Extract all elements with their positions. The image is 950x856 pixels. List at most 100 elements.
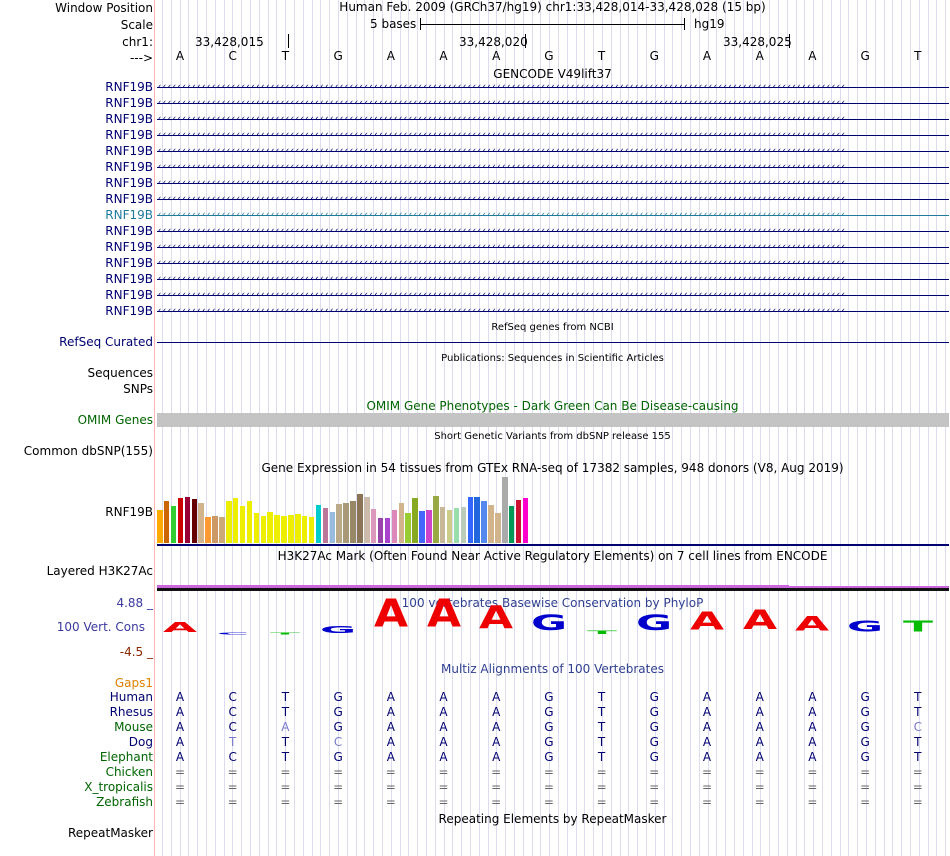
gtex-tissue-bar[interactable] <box>253 513 260 543</box>
gtex-tissue-bar[interactable] <box>226 501 232 543</box>
gtex-tissue-bar[interactable] <box>343 503 349 543</box>
gtex-tissue-bar[interactable] <box>295 514 301 543</box>
alignment-base: A <box>808 720 817 734</box>
gtex-tissue-bar[interactable] <box>274 515 280 543</box>
genome-browser-image[interactable]: Window Position Scale chr1: ---> Human F… <box>0 0 950 856</box>
gtex-tissue-bar[interactable] <box>219 517 225 543</box>
alignment-base: = <box>333 765 344 779</box>
gtex-tissue-bar[interactable] <box>357 494 363 543</box>
refseq-track-label[interactable]: RefSeq Curated <box>59 335 153 349</box>
gtex-expression-bars[interactable] <box>157 476 537 543</box>
gtex-tissue-bar[interactable] <box>515 500 522 543</box>
gtex-tissue-bar[interactable] <box>364 497 370 543</box>
conservation-track-label[interactable]: 100 Vert. Cons <box>57 620 145 634</box>
species-label[interactable]: Dog <box>129 735 153 749</box>
gencode-transcript-label[interactable]: RNF19B <box>105 240 153 254</box>
alignment-base: G <box>544 720 554 734</box>
gtex-tissue-bar[interactable] <box>350 501 356 543</box>
repeatmasker-track-label[interactable]: RepeatMasker <box>68 826 153 840</box>
gtex-tissue-bar[interactable] <box>315 505 322 543</box>
gencode-transcript-label[interactable]: RNF19B <box>105 80 153 94</box>
gtex-tissue-bar[interactable] <box>288 515 294 543</box>
gencode-transcript-label[interactable]: RNF19B <box>105 208 153 222</box>
gtex-tissue-bar[interactable] <box>384 518 391 543</box>
strand-chevrons: ‹‹‹‹‹‹‹‹‹‹‹‹‹‹‹‹‹‹‹‹‹‹‹‹‹‹‹‹‹‹‹‹‹‹‹‹‹‹‹‹… <box>157 178 846 188</box>
gtex-tissue-bar[interactable] <box>453 508 460 543</box>
gtex-tissue-bar[interactable] <box>433 496 439 543</box>
gtex-tissue-bar[interactable] <box>426 510 432 543</box>
gtex-tissue-bar[interactable] <box>260 516 266 543</box>
gtex-tissue-bar[interactable] <box>184 497 191 543</box>
gtex-track-label[interactable]: RNF19B <box>105 505 153 519</box>
gencode-transcript-label[interactable]: RNF19B <box>105 256 153 270</box>
gtex-tissue-bar[interactable] <box>267 512 273 543</box>
gtex-tissue-bar[interactable] <box>412 498 418 543</box>
gtex-tissue-bar[interactable] <box>157 510 163 543</box>
gtex-tissue-bar[interactable] <box>522 498 529 543</box>
gencode-transcript-label[interactable]: RNF19B <box>105 304 153 318</box>
gtex-tissue-bar[interactable] <box>508 506 515 543</box>
gtex-tissue-bar[interactable] <box>246 501 253 543</box>
h3k27ac-track-label[interactable]: Layered H3K27Ac <box>47 564 153 578</box>
gtex-tissue-bar[interactable] <box>495 513 501 543</box>
gtex-tissue-bar[interactable] <box>308 517 315 543</box>
gencode-transcript-label[interactable]: RNF19B <box>105 160 153 174</box>
omim-track-title: OMIM Gene Phenotypes - Dark Green Can Be… <box>366 399 739 413</box>
gtex-tissue-bar[interactable] <box>170 506 177 543</box>
gtex-tissue-bar[interactable] <box>481 501 487 543</box>
alignment-base: = <box>543 795 554 809</box>
alignment-base: A <box>755 735 764 749</box>
species-label[interactable]: Rhesus <box>110 705 153 719</box>
gencode-transcript-label[interactable]: RNF19B <box>105 192 153 206</box>
gencode-transcript-label[interactable]: RNF19B <box>105 144 153 158</box>
gtex-tissue-bar[interactable] <box>377 518 384 543</box>
gtex-tissue-bar[interactable] <box>419 511 425 543</box>
species-label[interactable]: Chicken <box>106 765 153 779</box>
gtex-tissue-bar[interactable] <box>239 506 246 543</box>
gtex-tissue-bar[interactable] <box>488 505 494 543</box>
gtex-tissue-bar[interactable] <box>502 477 508 543</box>
omim-track-label[interactable]: OMIM Genes <box>78 413 153 427</box>
gencode-transcript-label[interactable]: RNF19B <box>105 176 153 190</box>
gtex-tissue-bar[interactable] <box>177 498 184 543</box>
gtex-tissue-bar[interactable] <box>163 501 170 543</box>
refseq-gene-line[interactable] <box>157 342 949 343</box>
gencode-transcript-label[interactable]: RNF19B <box>105 112 153 126</box>
gtex-tissue-bar[interactable] <box>301 516 308 543</box>
alignment-base: = <box>860 765 871 779</box>
gtex-tissue-bar[interactable] <box>405 513 411 543</box>
gencode-transcript-label[interactable]: RNF19B <box>105 272 153 286</box>
gtex-tissue-bar[interactable] <box>467 497 473 543</box>
gtex-tissue-bar[interactable] <box>446 510 453 543</box>
alignment-base: A <box>492 720 501 734</box>
gtex-tissue-bar[interactable] <box>198 503 204 543</box>
gtex-tissue-bar[interactable] <box>281 516 287 543</box>
gtex-tissue-bar[interactable] <box>391 510 398 543</box>
omim-gene-bar[interactable] <box>157 413 949 427</box>
gtex-tissue-bar[interactable] <box>336 504 342 543</box>
gencode-transcript-label[interactable]: RNF19B <box>105 96 153 110</box>
dbsnp-track-label[interactable]: Common dbSNP(155) <box>24 444 153 458</box>
gtex-tissue-bar[interactable] <box>474 497 480 543</box>
species-label[interactable]: Zebrafish <box>96 795 153 809</box>
gencode-transcript-label[interactable]: RNF19B <box>105 128 153 142</box>
gtex-tissue-bar[interactable] <box>232 498 239 543</box>
gencode-transcript-label[interactable]: RNF19B <box>105 224 153 238</box>
gtex-tissue-bar[interactable] <box>370 509 377 543</box>
gtex-tissue-bar[interactable] <box>191 499 197 543</box>
snps-track-label[interactable]: SNPs <box>123 382 153 396</box>
species-label[interactable]: Mouse <box>114 720 153 734</box>
species-label[interactable]: Human <box>110 690 153 704</box>
gtex-tissue-bar[interactable] <box>205 517 211 543</box>
gtex-tissue-bar[interactable] <box>439 507 446 543</box>
gencode-transcript-label[interactable]: RNF19B <box>105 288 153 302</box>
sequences-track-label[interactable]: Sequences <box>88 366 153 380</box>
gtex-tissue-bar[interactable] <box>212 516 218 543</box>
species-label[interactable]: Elephant <box>100 750 153 764</box>
species-label[interactable]: X_tropicalis <box>84 780 153 794</box>
alignment-base: A <box>386 720 395 734</box>
gtex-tissue-bar[interactable] <box>398 503 404 543</box>
gtex-tissue-bar[interactable] <box>460 507 467 543</box>
gtex-tissue-bar[interactable] <box>329 512 335 543</box>
gtex-tissue-bar[interactable] <box>322 508 329 543</box>
